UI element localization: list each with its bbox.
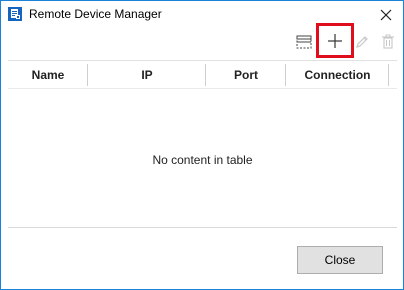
window-title: Remote Device Manager	[29, 7, 162, 21]
column-header-connection[interactable]: Connection	[286, 61, 389, 89]
close-icon[interactable]	[369, 1, 403, 29]
column-header-label: Connection	[304, 68, 371, 82]
columns-icon[interactable]	[291, 29, 317, 55]
plus-icon	[326, 32, 344, 50]
pencil-icon[interactable]	[349, 29, 375, 55]
trash-icon[interactable]	[375, 29, 401, 55]
column-header-ip[interactable]: IP	[88, 61, 206, 89]
empty-table-message: No content in table	[152, 153, 253, 167]
column-header-port[interactable]: Port	[206, 61, 286, 89]
title-bar[interactable]: Remote Device Manager	[1, 1, 403, 29]
device-table[interactable]: Name IP Port Connection No content in ta…	[8, 60, 397, 228]
column-header-label: Port	[234, 68, 258, 82]
column-header-name[interactable]: Name	[8, 61, 88, 89]
column-header-label: IP	[141, 68, 153, 82]
add-button[interactable]	[316, 23, 354, 58]
table-header: Name IP Port Connection	[8, 61, 397, 89]
toolbar	[1, 23, 403, 59]
remote-device-manager-window: Remote Device Manager Name IP Port Conne…	[0, 0, 404, 290]
close-button[interactable]: Close	[297, 246, 383, 274]
column-header-label: Name	[31, 68, 65, 82]
device-manager-icon	[7, 6, 23, 22]
dialog-footer: Close	[1, 229, 403, 289]
